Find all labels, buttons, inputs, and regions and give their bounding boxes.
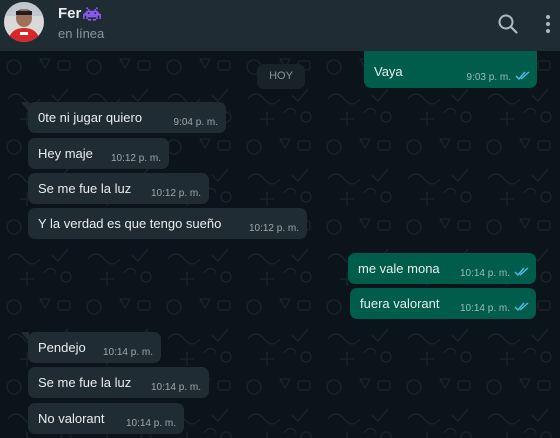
message-out[interactable]: fuera valorant 10:14 p. m. bbox=[350, 288, 536, 319]
date-divider: HOY bbox=[257, 64, 305, 89]
message-in[interactable]: No valorant 10:14 p. m. bbox=[28, 403, 184, 434]
message-time: 9:04 p. m. bbox=[173, 117, 218, 128]
message-in[interactable]: 0te ni jugar quiero 9:04 p. m. bbox=[21, 102, 226, 133]
message-out[interactable]: Vaya 9:03 p. m. bbox=[364, 51, 537, 88]
message-list[interactable]: Vaya 9:03 p. m. HOY 0te ni jugar quiero … bbox=[0, 51, 560, 438]
contact-name-text: Fer bbox=[58, 5, 82, 22]
message-in[interactable]: Hey maje 10:12 p. m. bbox=[28, 138, 169, 169]
message-text: me vale mona bbox=[358, 261, 440, 276]
message-in[interactable]: Y la verdad es que tengo sueño 10:12 p. … bbox=[28, 208, 307, 239]
message-text: Se me fue la luz bbox=[38, 181, 132, 196]
search-icon bbox=[498, 14, 518, 34]
chat-header: Fer en línea bbox=[0, 0, 560, 51]
message-text: Pendejo bbox=[38, 340, 86, 355]
bubble-tail bbox=[21, 102, 29, 112]
double-check-icon bbox=[514, 267, 529, 277]
bubble-tail bbox=[21, 332, 29, 342]
message-out[interactable]: me vale mona 10:14 p. m. bbox=[348, 253, 536, 284]
message-in[interactable]: Pendejo 10:14 p. m. bbox=[21, 332, 161, 363]
message-time: 10:12 p. m. bbox=[248, 223, 299, 234]
message-time: 10:12 p. m. bbox=[110, 153, 161, 164]
avatar[interactable] bbox=[4, 2, 44, 42]
search-button[interactable] bbox=[496, 12, 520, 36]
contact-status: en línea bbox=[58, 26, 105, 41]
message-text: Se me fue la luz bbox=[38, 375, 132, 390]
double-check-icon bbox=[515, 71, 530, 81]
message-text: Y la verdad es que tengo sueño bbox=[38, 216, 222, 231]
double-check-icon bbox=[514, 302, 529, 312]
menu-button[interactable] bbox=[536, 12, 560, 36]
message-text: Hey maje bbox=[38, 146, 93, 161]
message-text: No valorant bbox=[38, 411, 105, 426]
alien-monster-icon bbox=[83, 6, 102, 21]
message-text: 0te ni jugar quiero bbox=[38, 110, 143, 125]
message-time: 9:03 p. m. bbox=[466, 72, 511, 83]
message-time: 10:14 p. m. bbox=[125, 418, 176, 429]
kebab-menu-icon bbox=[546, 15, 550, 33]
message-time: 10:14 p. m. bbox=[459, 303, 510, 314]
contact-name[interactable]: Fer bbox=[58, 5, 102, 22]
message-time: 10:14 p. m. bbox=[102, 347, 153, 358]
message-in[interactable]: Se me fue la luz 10:12 p. m. bbox=[28, 173, 209, 204]
whatsapp-chat-window: Fer en línea Vaya 9:03 p. m. HOY 0te ni … bbox=[0, 0, 560, 438]
message-text: fuera valorant bbox=[360, 296, 440, 311]
message-time: 10:14 p. m. bbox=[150, 382, 201, 393]
message-text: Vaya bbox=[374, 64, 403, 79]
message-in[interactable]: Se me fue la luz 10:14 p. m. bbox=[28, 367, 209, 398]
message-time: 10:14 p. m. bbox=[459, 268, 510, 279]
message-time: 10:12 p. m. bbox=[150, 188, 201, 199]
